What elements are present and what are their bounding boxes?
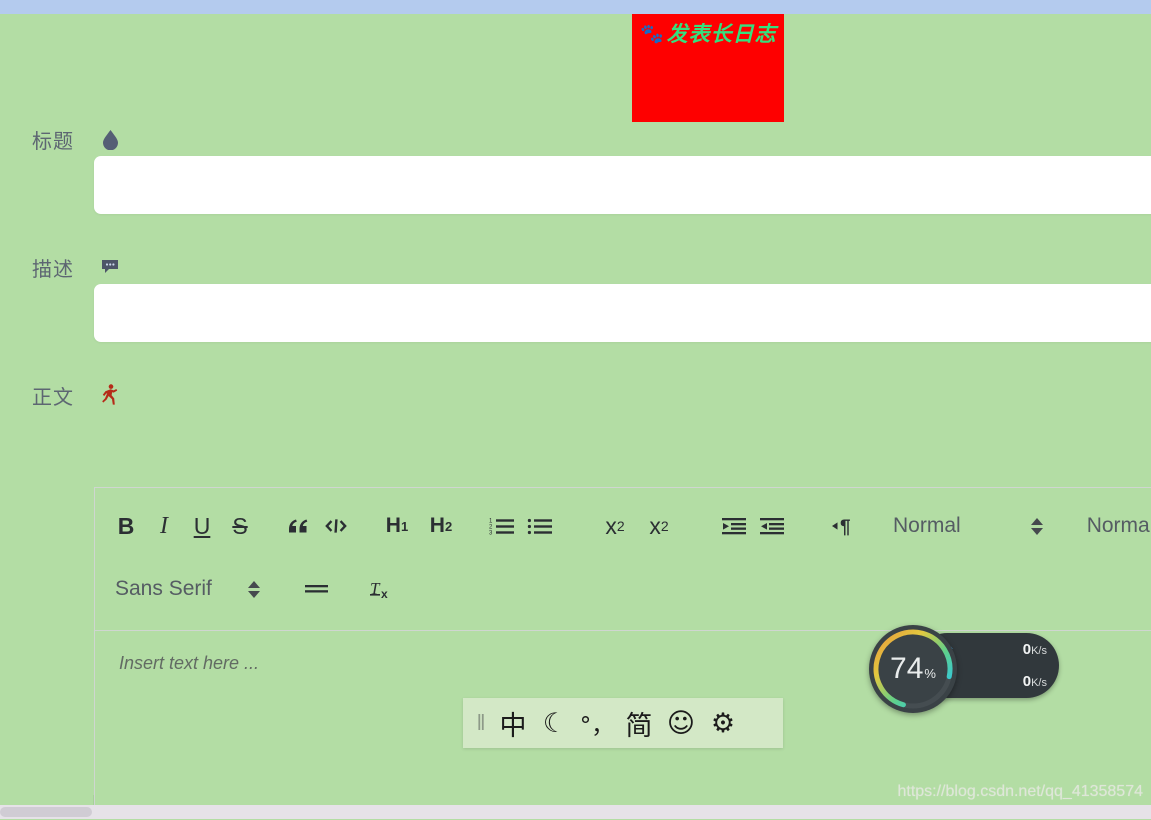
upload-row: ↑ 0K/s: [945, 634, 1059, 666]
subscript-icon[interactable]: x2: [593, 506, 637, 546]
size-picker[interactable]: Normal: [893, 514, 1043, 538]
page-banner: 🐾 发表长日志: [632, 14, 784, 122]
system-monitor-widget[interactable]: ↑ 0K/s ↓ 0K/s 74%: [869, 625, 1059, 713]
bold-icon[interactable]: B: [107, 506, 145, 546]
paw-print-icon: 🐾: [640, 23, 664, 45]
editor-toolbar: B I U S H1 H2 1 2 3 x 2 x 2 ¶ Normal Nor…: [95, 488, 1151, 631]
svg-text:x: x: [381, 587, 388, 601]
cpu-usage-value: 74%: [890, 652, 936, 685]
page-title: 发表长日志: [666, 22, 777, 46]
ime-simplified-icon[interactable]: 简: [621, 704, 657, 742]
cpu-usage-gauge[interactable]: 74%: [869, 625, 957, 713]
horizontal-scrollbar-thumb[interactable]: [0, 807, 92, 817]
clear-format-icon[interactable]: T x: [364, 569, 402, 609]
outdent-icon[interactable]: [715, 506, 753, 546]
font-picker-value: Sans Serif: [115, 577, 212, 600]
speech-bubble-icon: [100, 256, 120, 278]
field-row-body: 正文: [0, 378, 1151, 412]
ime-language-mode[interactable]: 中: [495, 704, 531, 742]
chevron-updown-icon-2: [247, 580, 260, 598]
bullet-list-icon[interactable]: [521, 506, 559, 546]
ordered-list-icon[interactable]: 1 2 3: [483, 506, 521, 546]
download-speed: 0K/s: [1022, 673, 1047, 690]
label-description: 描述: [32, 256, 74, 281]
header-picker[interactable]: Normal: [1087, 514, 1151, 538]
title-input[interactable]: [94, 156, 1151, 214]
upload-speed: 0K/s: [1022, 641, 1047, 658]
field-row-title: 标题: [0, 122, 1151, 214]
heading-1-icon[interactable]: H1: [375, 506, 419, 546]
align-icon[interactable]: [298, 569, 336, 609]
ime-emoji-icon[interactable]: ☺: [663, 704, 699, 742]
header-picker-value: Normal: [1086, 514, 1151, 537]
horizontal-scrollbar[interactable]: [0, 805, 1151, 819]
strikethrough-icon[interactable]: S: [221, 506, 259, 546]
browser-top-strip: [0, 0, 1151, 14]
description-input[interactable]: [94, 284, 1151, 342]
size-picker-value: Normal: [893, 514, 961, 537]
network-speed-rows: ↑ 0K/s ↓ 0K/s: [945, 633, 1059, 698]
field-row-description: 描述: [0, 250, 1151, 342]
indent-icon[interactable]: [753, 506, 791, 546]
ime-moon-icon[interactable]: ☾: [537, 704, 573, 742]
svg-text:3: 3: [489, 531, 493, 537]
running-person-icon: [100, 384, 120, 406]
ime-toolbar[interactable]: ‖ 中 ☾ °， 简 ☺ ⚙: [463, 698, 783, 748]
svg-text:¶: ¶: [840, 517, 851, 536]
editor-toolbar-row-1: B I U S H1 H2 1 2 3 x 2 x 2 ¶ Normal Nor…: [107, 494, 1151, 558]
download-row: ↓ 0K/s: [945, 666, 1059, 698]
text-direction-icon[interactable]: ¶: [825, 506, 865, 546]
post-form: 标题 描述 正文: [0, 122, 1151, 412]
font-picker[interactable]: Sans Serif: [115, 577, 260, 601]
editor-toolbar-row-2: Sans Serif T x: [107, 558, 1151, 620]
superscript-icon[interactable]: x2: [637, 506, 681, 546]
blockquote-icon[interactable]: [279, 506, 317, 546]
ime-drag-handle[interactable]: ‖: [471, 710, 489, 736]
code-block-icon[interactable]: [317, 506, 355, 546]
label-title: 标题: [32, 128, 74, 153]
ime-settings-icon[interactable]: ⚙: [705, 704, 741, 742]
heading-2-icon[interactable]: H2: [419, 506, 463, 546]
italic-icon[interactable]: I: [145, 506, 183, 546]
underline-icon[interactable]: U: [183, 506, 221, 546]
droplet-icon: [100, 128, 120, 150]
label-body: 正文: [32, 384, 74, 409]
chevron-updown-icon: [1030, 517, 1043, 535]
watermark: https://blog.csdn.net/qq_41358574: [897, 783, 1143, 800]
ime-punctuation-icon[interactable]: °，: [579, 704, 615, 742]
